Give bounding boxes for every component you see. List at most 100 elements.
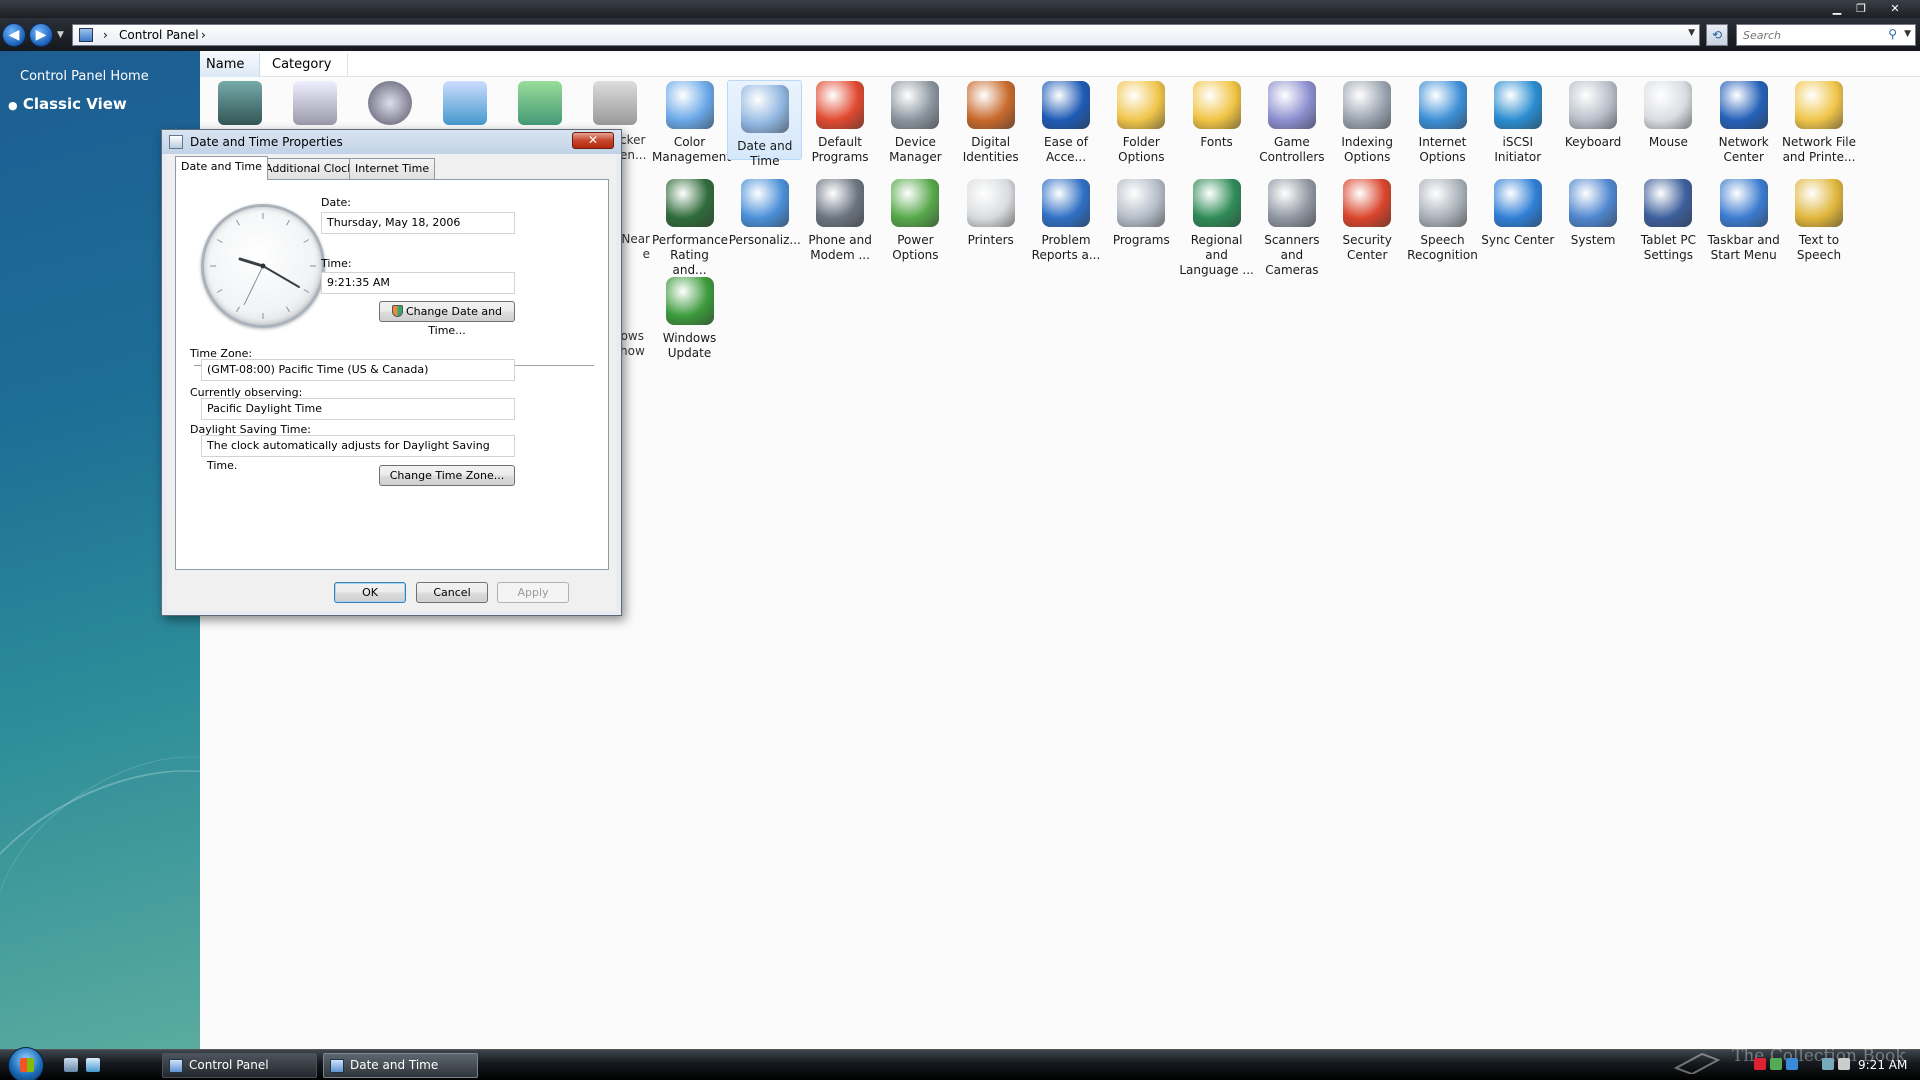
column-header-category[interactable]: Category (266, 53, 348, 77)
show-desktop-icon[interactable] (64, 1058, 78, 1072)
change-time-zone-button[interactable]: Change Time Zone... (379, 465, 515, 486)
control-panel-item[interactable]: Problem Reports a... (1029, 175, 1104, 263)
control-panel-item[interactable]: Tablet PC Settings (1631, 175, 1706, 263)
control-panel-item-label: System (1570, 233, 1616, 247)
control-panel-item[interactable]: Default Programs (803, 77, 878, 165)
volume-icon[interactable] (1838, 1058, 1850, 1070)
control-panel-item[interactable]: Sync Center (1480, 175, 1555, 248)
search-box[interactable]: ⚲ ▼ (1736, 24, 1916, 46)
problem-reports-icon (1042, 179, 1090, 227)
control-panel-item[interactable]: Windows Update (652, 273, 727, 361)
classic-view-label: Classic View (22, 95, 127, 113)
control-panel-item[interactable]: Keyboard (1556, 77, 1631, 150)
control-panel-icon (169, 1059, 183, 1073)
control-panel-item-label: iSCSI Initiator (1494, 135, 1542, 164)
control-panel-item[interactable]: Digital Identities (953, 77, 1028, 165)
control-panel-home-link[interactable]: Control Panel Home (20, 69, 149, 84)
taskbar-clock[interactable]: 9:21 AM (1858, 1058, 1907, 1072)
control-panel-item[interactable]: Folder Options (1104, 77, 1179, 165)
control-panel-item[interactable]: Scanners and Cameras (1254, 175, 1329, 278)
tab-date-and-time[interactable]: Date and Time (175, 156, 268, 180)
control-panel-item[interactable]: Network Center (1706, 77, 1781, 165)
control-panel-item[interactable]: Network File and Printe... (1782, 77, 1857, 165)
search-options-dropdown[interactable]: ▼ (1904, 29, 1911, 39)
back-button[interactable]: ◀ (2, 23, 26, 47)
control-panel-item[interactable]: Taskbar and Start Menu (1706, 175, 1781, 263)
time-label: Time: (321, 257, 352, 270)
column-header-name[interactable]: Name (200, 53, 260, 77)
control-panel-item[interactable]: Indexing Options (1330, 77, 1405, 165)
search-input[interactable] (1737, 25, 1877, 45)
partial-item-icon[interactable] (518, 81, 562, 125)
partial-label: Near e (621, 232, 650, 261)
control-panel-item-label: Taskbar and Start Menu (1707, 233, 1780, 262)
refresh-button[interactable]: ⟲ (1706, 24, 1728, 46)
date-label: Date: (321, 196, 351, 209)
control-panel-item[interactable]: iSCSI Initiator (1480, 77, 1555, 165)
hour-hand (238, 257, 265, 268)
control-panel-item[interactable]: Phone and Modem ... (803, 175, 878, 263)
defender-icon[interactable] (1770, 1058, 1782, 1070)
security-alert-icon[interactable] (1754, 1058, 1766, 1070)
apply-button[interactable]: Apply (497, 582, 569, 603)
control-panel-item[interactable]: Personaliz... (727, 175, 802, 248)
address-dropdown-icon[interactable]: ▼ (1688, 28, 1695, 38)
start-button[interactable] (8, 1047, 44, 1080)
partial-item-icon[interactable] (368, 81, 412, 125)
folder-options-icon (1117, 81, 1166, 129)
control-panel-item-label: Device Manager (889, 135, 942, 164)
control-panel-item[interactable]: Game Controllers (1254, 77, 1329, 165)
restore-button[interactable]: ❐ (1850, 1, 1872, 16)
date-time-properties-dialog: Date and Time Properties ✕ Date and Time… (161, 129, 622, 616)
classic-view-link[interactable]: ● Classic View (8, 95, 127, 113)
search-icon[interactable]: ⚲ (1888, 27, 1897, 41)
control-panel-item-label: Keyboard (1564, 135, 1622, 149)
taskbar: Control Panel Date and Time Prop... (0, 1047, 1920, 1080)
control-panel-item[interactable]: Internet Options (1405, 77, 1480, 165)
control-panel-item-label: Game Controllers (1259, 135, 1325, 164)
minute-hand (262, 265, 300, 288)
cancel-button[interactable]: Cancel (416, 582, 488, 603)
control-panel-item[interactable]: Programs (1104, 175, 1179, 248)
control-panel-item[interactable]: Performance Rating and... (652, 175, 728, 278)
control-panel-item[interactable]: Security Center (1330, 175, 1405, 263)
control-panel-item[interactable]: Printers (953, 175, 1028, 248)
breadcrumb-separator[interactable]: › (201, 28, 206, 42)
control-panel-item[interactable]: Speech Recognition (1405, 175, 1480, 263)
default-programs-icon (816, 81, 865, 129)
control-panel-item[interactable]: Power Options (878, 175, 953, 263)
partial-item-icon[interactable] (593, 81, 637, 125)
minimize-button[interactable]: ▁ (1826, 1, 1848, 16)
dialog-close-button[interactable]: ✕ (572, 132, 614, 149)
close-window-button[interactable]: ✕ (1884, 1, 1906, 16)
control-panel-item[interactable]: Text to Speech (1782, 175, 1857, 263)
dialog-title-bar[interactable]: Date and Time Properties ✕ (162, 130, 621, 154)
control-panel-item[interactable]: Device Manager (878, 77, 953, 165)
keyboard-icon (1569, 81, 1618, 129)
system-tray: 9:21 AM (1740, 1049, 1920, 1080)
control-panel-item-label: Digital Identities (962, 135, 1019, 164)
taskbar-button-control-panel[interactable]: Control Panel (162, 1053, 317, 1078)
address-bar[interactable]: › Control Panel › ▼ (72, 24, 1700, 46)
switch-windows-icon[interactable] (86, 1058, 100, 1072)
windows-update-tray-icon[interactable] (1786, 1058, 1798, 1070)
partial-item-icon[interactable] (218, 81, 262, 125)
ok-button[interactable]: OK (334, 582, 406, 603)
forward-button[interactable]: ▶ (29, 23, 53, 47)
change-date-time-button[interactable]: Change Date and Time... (379, 301, 515, 337)
control-panel-item[interactable]: Regional and Language ... (1179, 175, 1254, 278)
tab-internet-time[interactable]: Internet Time (349, 158, 436, 179)
recent-pages-dropdown[interactable]: ▼ (57, 30, 64, 40)
control-panel-item[interactable]: System (1556, 175, 1631, 248)
taskbar-button-date-time[interactable]: Date and Time Prop... (323, 1053, 478, 1078)
partial-item-icon[interactable] (293, 81, 337, 125)
control-panel-item[interactable]: Date and Time (727, 80, 803, 168)
network-icon[interactable] (1822, 1058, 1834, 1070)
control-panel-item[interactable]: Color Management (652, 77, 731, 165)
breadcrumb-control-panel[interactable]: Control Panel (119, 28, 199, 42)
control-panel-item[interactable]: Mouse (1631, 77, 1706, 150)
control-panel-item[interactable]: Fonts (1179, 77, 1254, 150)
control-panel-item[interactable]: Ease of Acce... (1029, 77, 1104, 165)
breadcrumb-separator[interactable]: › (103, 28, 108, 42)
partial-item-icon[interactable] (443, 81, 487, 125)
